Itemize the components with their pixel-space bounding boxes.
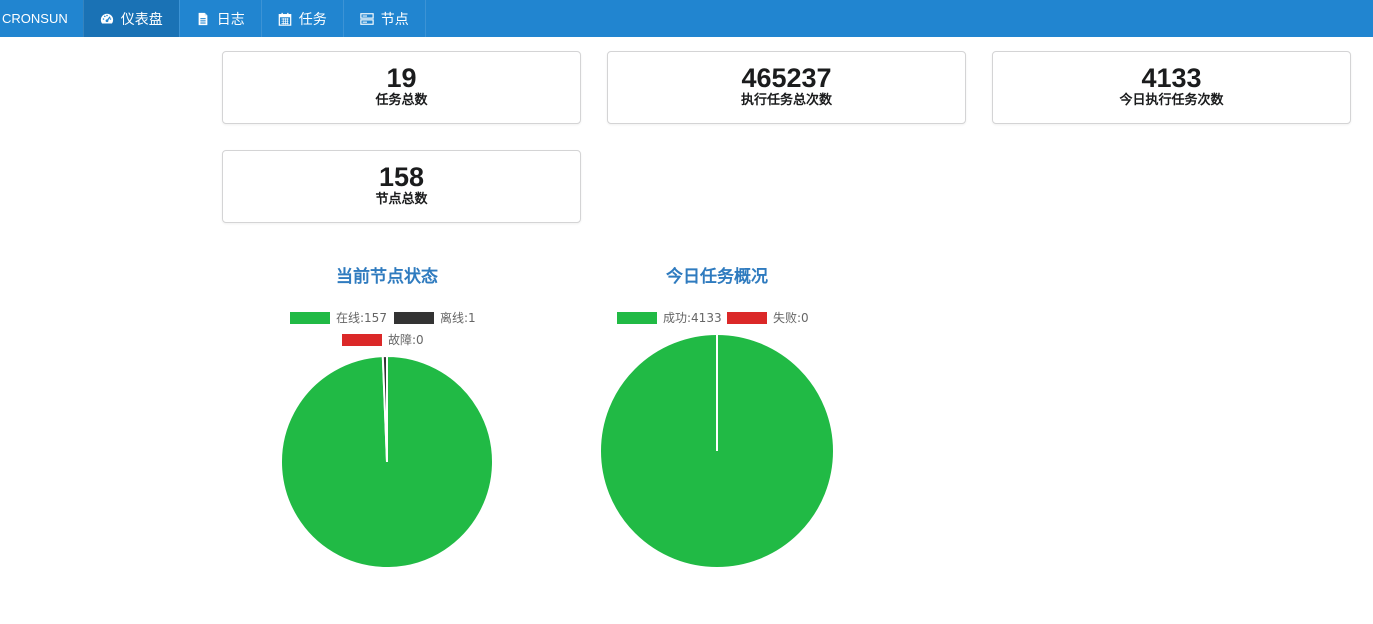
node-status-chart-title: 当前节点状态 <box>336 267 438 287</box>
dashboard-icon <box>100 12 114 26</box>
legend-item-fault[interactable]: 故障:0 <box>342 331 424 348</box>
stat-card-total-nodes: 158 节点总数 <box>222 150 581 223</box>
stat-value: 4133 <box>1141 63 1202 93</box>
nav-item-jobs[interactable]: 任务 <box>260 0 343 37</box>
nav-label-nodes: 节点 <box>380 11 409 28</box>
nav-item-dashboard[interactable]: 仪表盘 <box>82 0 179 37</box>
legend-swatch-success <box>617 311 657 324</box>
calendar-icon <box>278 12 292 26</box>
legend-swatch-failed <box>727 311 767 324</box>
stat-value: 465237 <box>741 63 832 93</box>
nav-label-dashboard: 仪表盘 <box>120 11 163 28</box>
stat-label: 任务总数 <box>375 93 428 108</box>
brand-logo[interactable]: CRONSUN <box>0 0 83 37</box>
nav-label-jobs: 任务 <box>298 11 327 28</box>
stat-label: 今日执行任务次数 <box>1119 93 1224 108</box>
nav-item-logs[interactable]: 日志 <box>178 0 261 37</box>
legend-swatch-fault <box>342 333 382 346</box>
legend-label-online: 在线:157 <box>336 311 387 325</box>
file-text-icon <box>196 12 210 26</box>
legend-label-offline: 离线:1 <box>440 311 476 325</box>
stat-value: 158 <box>378 162 425 192</box>
legend-item-offline[interactable]: 离线:1 <box>394 309 476 326</box>
node-status-pie <box>280 354 494 569</box>
legend-item-success[interactable]: 成功:4133 <box>617 309 722 326</box>
stat-label: 执行任务总次数 <box>740 93 832 108</box>
today-jobs-pie <box>599 333 835 569</box>
today-jobs-chart-title: 今日任务概况 <box>666 267 768 287</box>
top-navbar: CRONSUN 仪表盘 日志 任务 节点 <box>0 0 1373 37</box>
legend-label-success: 成功:4133 <box>663 311 722 325</box>
legend-item-failed[interactable]: 失败:0 <box>727 309 809 326</box>
nav-item-nodes[interactable]: 节点 <box>342 0 426 37</box>
legend-swatch-online <box>290 311 330 324</box>
legend-label-failed: 失败:0 <box>773 311 809 325</box>
legend-swatch-offline <box>394 311 434 324</box>
stat-value: 19 <box>386 63 417 93</box>
stat-label: 节点总数 <box>375 192 428 207</box>
legend-item-online[interactable]: 在线:157 <box>290 309 387 326</box>
server-icon <box>360 12 374 26</box>
stat-card-total-jobs: 19 任务总数 <box>222 51 581 124</box>
stat-card-total-executions: 465237 执行任务总次数 <box>607 51 966 124</box>
stat-card-today-executions: 4133 今日执行任务次数 <box>992 51 1351 124</box>
legend-label-fault: 故障:0 <box>388 333 424 347</box>
nav-label-logs: 日志 <box>216 11 245 28</box>
